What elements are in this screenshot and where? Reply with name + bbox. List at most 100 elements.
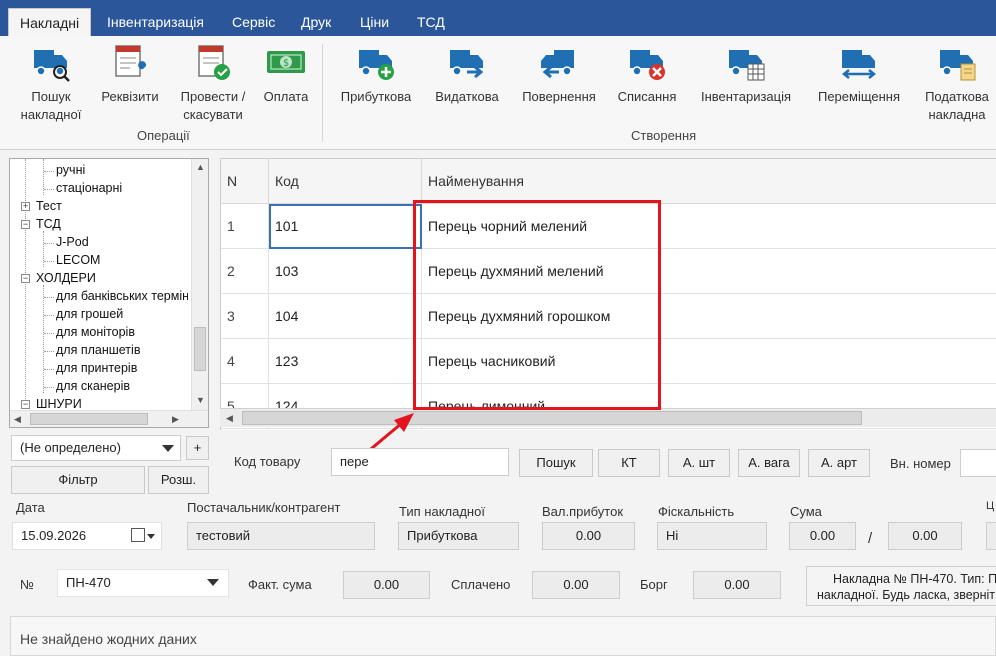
search-button[interactable]: Пошук [519,449,593,477]
tree-node[interactable]: ШНУРИ [36,395,82,409]
write-off-button[interactable]: Списання [612,42,682,106]
product-code-label: Код товару [234,454,301,469]
category-tree[interactable]: ручні стаціонарні + Тест − ТСД J-Pod LEC… [9,158,209,428]
scroll-left-icon[interactable]: ◀ [226,413,233,424]
move-button[interactable]: Переміщення [812,42,906,106]
row-code[interactable]: 103 [269,249,422,294]
column-header-code[interactable]: Код [269,159,422,204]
row-code[interactable]: 101 [269,204,422,249]
truck-arrow-right-icon [447,42,487,82]
sum-label: Сума [790,504,822,519]
tax-invoice-button[interactable]: Податкова накладна [918,42,996,124]
row-number[interactable]: 1 [221,204,269,249]
row-number[interactable]: 3 [221,294,269,339]
income-button[interactable]: Прибуткова [336,42,416,106]
menu-tab-prices[interactable]: Ціни [349,8,400,36]
scroll-down-icon[interactable]: ▼ [196,395,205,405]
menu-bar: Накладні Інвентаризація Сервіс Друк Ціни… [0,0,996,36]
menu-tab-inventory[interactable]: Інвентаризація [96,8,215,36]
tree-connector [44,261,54,262]
chevron-down-icon[interactable] [207,579,219,586]
a-article-button[interactable]: А. арт [808,449,870,477]
tree-node[interactable]: Тест [36,197,62,215]
tree-guide-line [43,285,44,393]
truck-search-icon [31,42,71,82]
post-cancel-button[interactable]: Провести / скасувати [175,42,251,124]
requisites-button[interactable]: Реквізити [96,42,164,106]
tree-collapse-icon[interactable]: − [21,274,30,283]
kt-button[interactable]: КТ [598,449,660,477]
tree-horizontal-scrollbar[interactable]: ◀ ▶ [10,410,208,427]
expand-filter-button[interactable]: Розш. [148,466,209,494]
tree-collapse-icon[interactable]: − [21,220,30,229]
scroll-left-icon[interactable]: ◀ [14,414,21,425]
paid-label: Сплачено [451,577,511,592]
product-code-input[interactable]: пере [331,448,509,476]
supplier-field[interactable]: тестовий [187,522,375,550]
search-invoice-button[interactable]: Пошук накладної [14,42,88,124]
a-weight-button[interactable]: А. вага [738,449,800,477]
add-filter-button[interactable]: + [186,436,209,460]
row-number[interactable]: 4 [221,339,269,384]
filter-button[interactable]: Фільтр [11,466,145,494]
inventory-create-button[interactable]: Інвентаризація [696,42,796,106]
tree-node[interactable]: для принтерів [56,359,137,377]
row-code[interactable]: 104 [269,294,422,339]
tree-node[interactable]: J-Pod [56,233,89,251]
tree-node[interactable]: ХОЛДЕРИ [36,269,96,287]
tree-node[interactable]: стаціонарні [56,179,122,197]
actual-sum-field: 0.00 [343,571,430,599]
gross-profit-label: Вал.прибуток [542,504,624,519]
tree-node[interactable]: ТСД [36,215,61,233]
truck-return-icon [539,42,579,82]
row-code[interactable]: 123 [269,339,422,384]
sum-field-2: 0.00 [888,522,962,550]
tree-vertical-scrollbar[interactable]: ▲ ▼ [191,159,208,410]
inventory-create-label: Інвентаризація [700,89,792,104]
tree-scroll-thumb[interactable] [194,327,206,371]
tree-node[interactable]: для сканерів [56,377,130,395]
tax-invoice-label-1: Податкова [925,89,989,104]
menu-tab-print[interactable]: Друк [290,8,342,36]
ext-number-input[interactable] [960,449,996,477]
tree-connector [44,189,54,190]
menu-tab-service[interactable]: Сервіс [221,8,286,36]
tree-collapse-icon[interactable]: − [21,400,30,409]
tree-hscroll-thumb[interactable] [30,413,148,425]
tree-expand-icon[interactable]: + [21,202,30,211]
chevron-down-icon[interactable] [147,534,155,539]
date-input[interactable]: 15.09.2026 [12,522,162,550]
tree-node[interactable]: для банківських термінал [56,287,188,305]
invoice-message-line-1: Накладна № ПН-470. Тип: П [833,572,996,586]
income-label: Прибуткова [340,89,412,104]
tree-node[interactable]: для грошей [56,305,123,323]
tree-node[interactable]: ручні [56,161,85,179]
menu-tab-invoices[interactable]: Накладні [8,8,92,36]
payment-button[interactable]: $ Оплата [258,42,314,106]
date-label: Дата [16,500,45,515]
menu-tab-tsd[interactable]: ТСД [406,8,456,36]
date-value: 15.09.2026 [21,528,87,543]
scroll-right-icon[interactable]: ▶ [172,414,179,425]
a-pcs-button[interactable]: А. шт [668,449,730,477]
column-header-name[interactable]: Найменування [422,159,996,204]
row-number[interactable]: 2 [221,249,269,294]
truncated-field [986,522,996,550]
create-group-label: Створення [631,128,697,143]
chevron-down-icon[interactable] [162,445,174,452]
column-header-number[interactable]: N [221,159,269,204]
filter-combo[interactable]: (Не определено) [11,435,181,461]
return-button[interactable]: Повернення [518,42,600,106]
invoice-message-box: Накладна № ПН-470. Тип: П накладної. Буд… [806,566,996,606]
tree-node[interactable]: LECOM [56,251,100,269]
tree-node[interactable]: для моніторів [56,323,135,341]
tree-guide-line [25,159,26,409]
invoice-number-combo[interactable]: ПН-470 [57,569,229,597]
truncated-label: Ц [986,500,995,512]
tree-node[interactable]: для планшетів [56,341,140,359]
calendar-icon[interactable] [131,528,145,542]
document-check-icon [193,42,233,82]
expense-button[interactable]: Видаткова [430,42,504,106]
scroll-up-icon[interactable]: ▲ [196,162,205,172]
tree-connector [44,369,54,370]
